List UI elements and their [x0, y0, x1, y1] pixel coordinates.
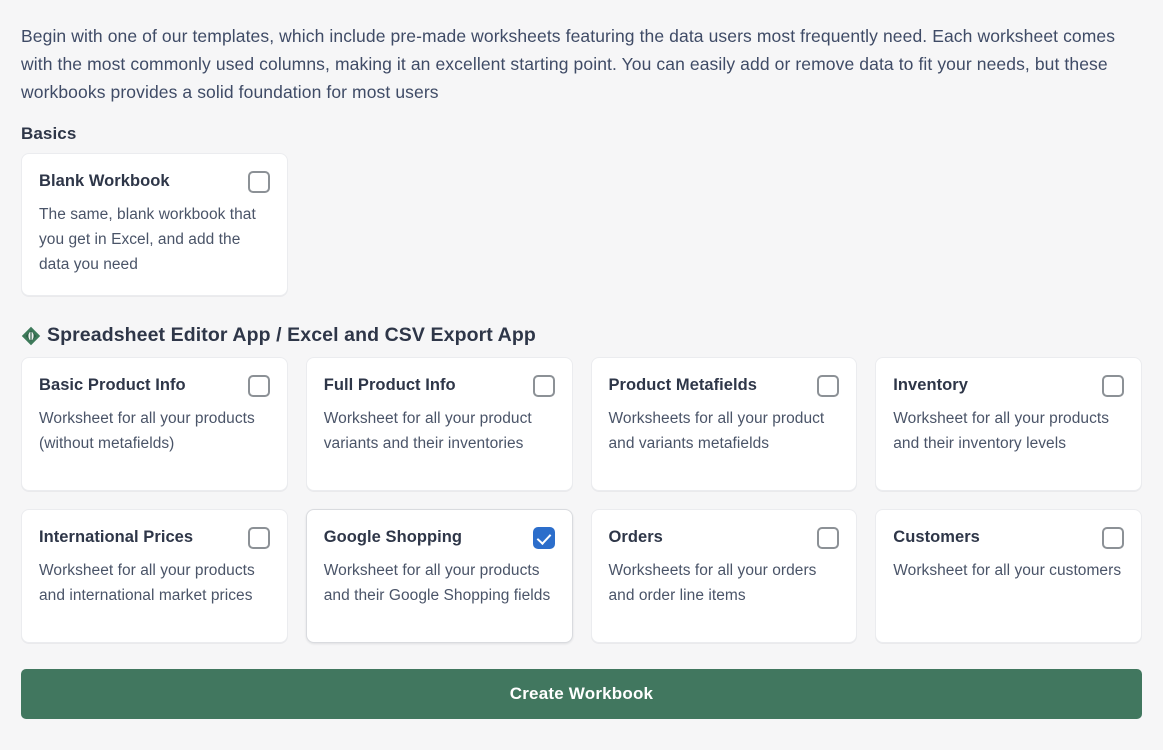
- card-title: Blank Workbook: [39, 172, 170, 190]
- card-title: Basic Product Info: [39, 376, 186, 394]
- card-header: Basic Product Info: [39, 374, 270, 397]
- card-description: Worksheets for all your product and vari…: [608, 410, 825, 452]
- card-title: Inventory: [893, 376, 968, 394]
- card-checkbox[interactable]: [532, 527, 555, 549]
- footer-actions: Create Workbook: [14, 643, 1149, 719]
- card-description: Worksheet for all your products and thei…: [323, 562, 551, 604]
- card-header: Orders: [609, 526, 840, 549]
- card-checkbox[interactable]: [817, 375, 840, 397]
- app-section-title: Spreadsheet Editor App / Excel and CSV E…: [47, 324, 536, 346]
- card-checkbox[interactable]: [247, 171, 270, 193]
- create-workbook-button[interactable]: Create Workbook: [21, 669, 1142, 719]
- basics-section-title: Basics: [21, 124, 77, 143]
- card-description: Worksheet for all your products (without…: [39, 410, 255, 452]
- card-description: Worksheet for all your product variants …: [323, 410, 532, 452]
- card-header: Customers: [893, 526, 1124, 549]
- template-card-blank-workbook[interactable]: Blank Workbook The same, blank workbook …: [21, 153, 288, 296]
- intro-paragraph: Begin with one of our templates, which i…: [21, 26, 1116, 102]
- card-checkbox[interactable]: [532, 375, 555, 397]
- card-header: Google Shopping: [324, 526, 555, 549]
- card-description: Worksheet for all your products and inte…: [39, 562, 255, 604]
- template-card-international-prices[interactable]: International Prices Worksheet for all y…: [21, 509, 288, 643]
- app-section-heading: Spreadsheet Editor App / Excel and CSV E…: [21, 324, 1149, 347]
- card-checkbox[interactable]: [817, 527, 840, 549]
- card-checkbox[interactable]: [247, 527, 270, 549]
- card-title: International Prices: [39, 528, 194, 546]
- template-card-basic-product-info[interactable]: Basic Product Info Worksheet for all you…: [21, 357, 288, 491]
- card-header: Inventory: [893, 374, 1124, 397]
- card-description: Worksheet for all your customers: [893, 562, 1122, 579]
- card-title: Product Metafields: [608, 376, 758, 394]
- template-card-google-shopping[interactable]: Google Shopping Worksheet for all your p…: [305, 509, 573, 643]
- template-card-inventory[interactable]: Inventory Worksheet for all your product…: [875, 357, 1142, 491]
- app-card-grid-row-2: International Prices Worksheet for all y…: [14, 509, 1149, 643]
- card-header: Blank Workbook: [39, 170, 270, 193]
- card-title: Google Shopping: [323, 528, 462, 546]
- card-checkbox[interactable]: [1102, 375, 1124, 397]
- card-title: Full Product Info: [323, 376, 456, 394]
- template-card-orders[interactable]: Orders Worksheets for all your orders an…: [590, 509, 858, 643]
- template-card-product-metafields[interactable]: Product Metafields Worksheets for all yo…: [590, 357, 858, 491]
- basics-card-grid: Blank Workbook The same, blank workbook …: [14, 153, 1149, 296]
- card-title: Customers: [893, 528, 980, 546]
- card-checkbox[interactable]: [1102, 527, 1124, 549]
- diamond-icon: [21, 326, 41, 345]
- template-picker-page: Begin with one of our templates, which i…: [0, 0, 1163, 750]
- card-header: Product Metafields: [609, 374, 840, 397]
- card-header: Full Product Info: [324, 374, 555, 397]
- card-description: Worksheets for all your orders and order…: [608, 562, 817, 604]
- template-card-customers[interactable]: Customers Worksheet for all your custome…: [875, 509, 1142, 643]
- card-description: The same, blank workbook that you get in…: [39, 206, 256, 273]
- app-card-grid-row-1: Basic Product Info Worksheet for all you…: [14, 357, 1149, 491]
- template-card-full-product-info[interactable]: Full Product Info Worksheet for all your…: [305, 357, 573, 491]
- card-description: Worksheet for all your products and thei…: [893, 410, 1110, 452]
- card-title: Orders: [608, 528, 663, 546]
- card-header: International Prices: [39, 526, 270, 549]
- card-checkbox[interactable]: [247, 375, 270, 397]
